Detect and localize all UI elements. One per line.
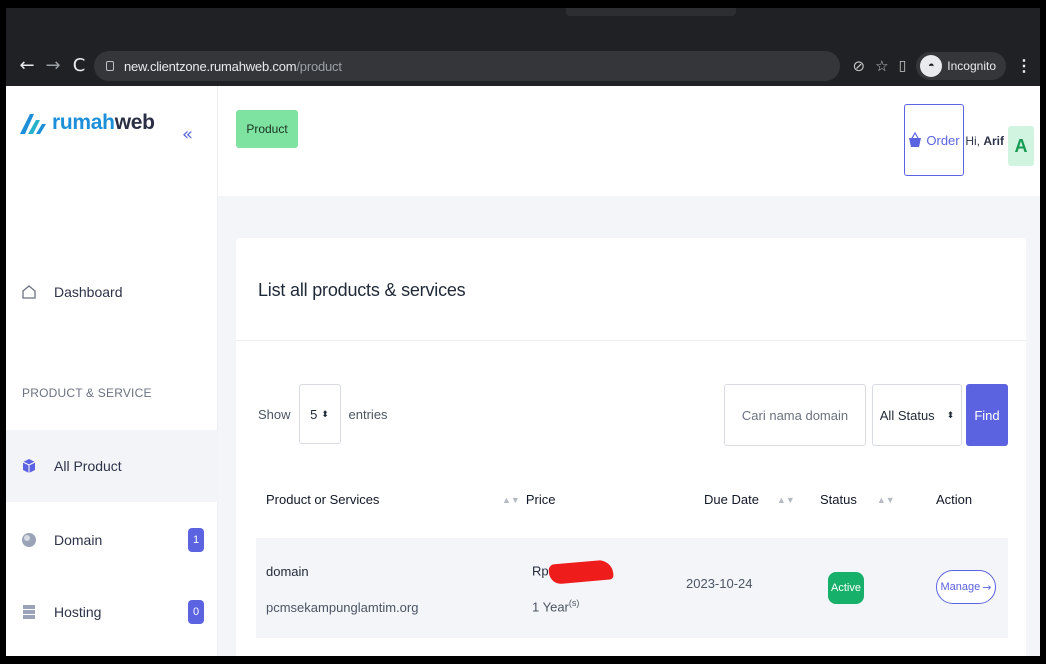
- sidebar-item-label: All Product: [54, 458, 122, 474]
- browser-chrome: ← → C new.clientzone.rumahweb.com/produc…: [6, 8, 1040, 86]
- top-bar: Product Order Hi, Arif A: [218, 86, 1040, 196]
- back-icon[interactable]: ←: [14, 52, 40, 78]
- billing-period: 1 Year(s): [532, 598, 580, 615]
- sort-icon: ▲▼: [776, 494, 795, 505]
- manage-label: Manage: [940, 581, 981, 593]
- sidebar-item-all-product[interactable]: All Product: [6, 430, 218, 502]
- due-date: 2023-10-24: [686, 576, 753, 591]
- product-type: domain: [266, 564, 309, 579]
- table-row: domain pcmsekampunglamtim.org Rp 1 Year(…: [256, 538, 1008, 638]
- sidebar-item-dashboard[interactable]: Dashboard: [6, 256, 218, 328]
- search-input[interactable]: Cari nama domain: [724, 384, 866, 446]
- sort-icon: ▲▼: [502, 494, 520, 505]
- sort-icon: ▲▼: [876, 494, 895, 505]
- app-area: rumahweb « Dashboard PRODUCT & SERVICE A…: [6, 86, 1040, 656]
- product-name: pcmsekampunglamtim.org: [266, 600, 419, 615]
- sidebar: rumahweb « Dashboard PRODUCT & SERVICE A…: [6, 86, 218, 656]
- sidebar-item-hosting[interactable]: Hosting 0: [6, 576, 218, 648]
- browser-window: ← → C new.clientzone.rumahweb.com/produc…: [6, 8, 1040, 656]
- column-header-price[interactable]: ▲▼ Price: [496, 492, 555, 507]
- box-icon: [20, 457, 38, 475]
- price-prefix: Rp: [532, 563, 549, 579]
- status-filter-value: All Status: [879, 407, 935, 423]
- logo-text: rumahweb: [52, 111, 155, 134]
- incognito-label: Incognito: [947, 59, 996, 73]
- entries-value: 5: [310, 406, 318, 422]
- avatar[interactable]: A: [1008, 126, 1034, 166]
- incognito-indicator[interactable]: ◓ Incognito: [916, 52, 1006, 80]
- page-title-tag: Product: [236, 110, 298, 148]
- column-header-product[interactable]: Product or Services: [266, 492, 379, 507]
- order-label: Order: [926, 132, 960, 148]
- status-filter-select[interactable]: All Status ⬍: [872, 384, 962, 446]
- column-header-status[interactable]: Status ▲▼: [820, 492, 901, 507]
- find-button[interactable]: Find: [966, 384, 1008, 446]
- browser-toolbar: ← → C new.clientzone.rumahweb.com/produc…: [6, 44, 1040, 86]
- server-icon: [20, 603, 38, 621]
- select-arrows-icon: ⬍: [321, 408, 329, 419]
- active-tab[interactable]: [566, 8, 736, 16]
- sidepanel-icon[interactable]: ▯: [899, 58, 907, 74]
- entries-select[interactable]: 5 ⬍: [298, 384, 341, 444]
- user-greeting: Hi, Arif: [965, 134, 1004, 148]
- tab-strip: [6, 8, 1040, 44]
- sidebar-item-label: Dashboard: [54, 284, 123, 300]
- domain-count-badge: 1: [188, 528, 204, 552]
- redacted-price: [547, 559, 614, 585]
- cart-icon: [909, 132, 922, 147]
- collapse-sidebar-icon[interactable]: «: [182, 124, 193, 145]
- bookmark-star-icon[interactable]: ☆: [875, 57, 888, 75]
- products-card: List all products & services Show 5 ⬍ en…: [236, 238, 1026, 656]
- status-badge: Active: [828, 572, 864, 604]
- entries-control: Show 5 ⬍ entries: [258, 384, 388, 444]
- globe-icon: [20, 531, 38, 549]
- show-label: Show: [258, 406, 291, 422]
- price-cell: Rp: [532, 559, 614, 585]
- menu-kebab-icon[interactable]: ⋮: [1016, 56, 1032, 76]
- rumahweb-logo-icon: [20, 114, 46, 134]
- tracking-protection-icon[interactable]: ⊘: [853, 57, 866, 75]
- arrow-right-icon: →: [982, 580, 992, 594]
- entries-label: entries: [348, 406, 388, 422]
- select-arrows-icon: ⬍: [946, 409, 955, 420]
- incognito-icon: ◓: [920, 55, 943, 77]
- forward-icon[interactable]: →: [40, 52, 66, 78]
- address-bar[interactable]: new.clientzone.rumahweb.com/product: [94, 51, 840, 81]
- sidebar-item-label: Domain: [54, 532, 103, 548]
- reload-icon[interactable]: C: [66, 52, 92, 78]
- home-icon: [20, 283, 38, 301]
- lock-icon: [106, 61, 114, 71]
- rumahweb-logo[interactable]: rumahweb: [18, 110, 155, 136]
- column-header-due-date[interactable]: Due Date ▲▼: [704, 492, 801, 507]
- card-title: List all products & services: [258, 280, 466, 300]
- column-header-action: Action: [936, 492, 973, 507]
- browser-actions: ⊘ ☆ ▯ ◓ Incognito ⋮: [853, 51, 1032, 81]
- screenshot-frame: ← → C new.clientzone.rumahweb.com/produc…: [0, 0, 1046, 664]
- manage-button[interactable]: Manage →: [936, 570, 996, 604]
- order-button[interactable]: Order: [904, 104, 964, 176]
- sidebar-item-label: Hosting: [54, 604, 102, 620]
- sidebar-section-heading: PRODUCT & SERVICE: [22, 386, 152, 400]
- divider: [236, 340, 1026, 341]
- sidebar-item-domain[interactable]: Domain 1: [6, 504, 218, 576]
- url-text: new.clientzone.rumahweb.com/product: [124, 58, 342, 74]
- hosting-count-badge: 0: [188, 600, 204, 624]
